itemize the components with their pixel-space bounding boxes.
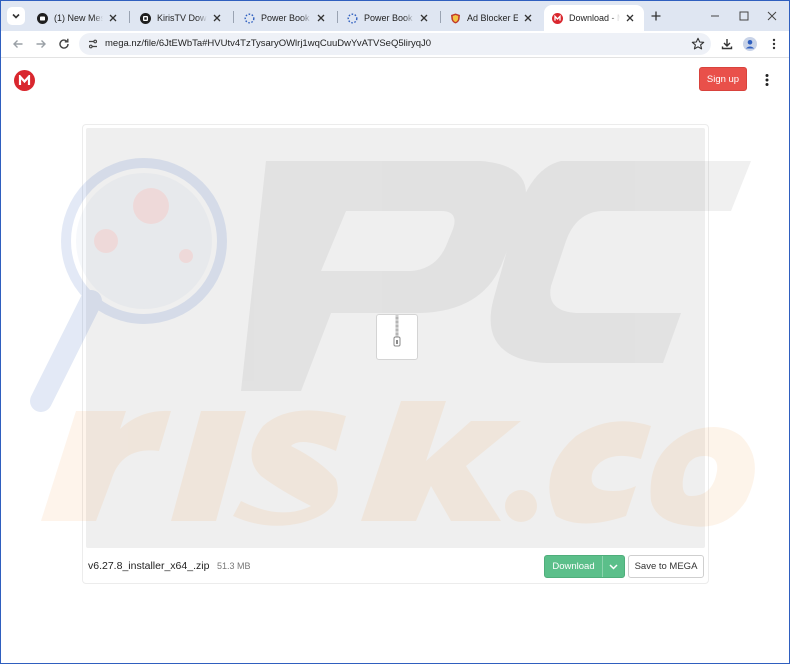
browser-window: (1) New Messag KirisTV Downloa Power Boo… [0,0,790,664]
back-arrow-icon [13,40,23,48]
address-bar[interactable]: mega.nz/file/6JtEWbTa#HVUtv4TzTysaryOWlr… [79,33,711,55]
chevron-down-icon [609,563,618,570]
file-info-bar: v6.27.8_installer_x64_.zip 51.3 MB Downl… [83,551,708,583]
site-info-icon[interactable] [87,38,99,50]
back-button[interactable] [9,35,27,53]
tab-separator [129,11,130,23]
loading-spinner-icon [244,12,255,24]
zip-file-icon [376,314,418,360]
close-tab-icon[interactable] [418,12,430,24]
tab-search-button[interactable] [7,7,25,25]
vertical-dots-icon [765,74,769,86]
minimize-icon [711,15,719,17]
tab-title: Ad Blocker Elite [467,13,518,23]
close-tab-icon[interactable] [315,12,327,24]
tab-ad-blocker[interactable]: Ad Blocker Elite [442,5,542,31]
tab-title: Power Book II G [364,13,414,23]
forward-button[interactable] [32,35,50,53]
tab-mega-download[interactable]: Download - ME [544,5,644,31]
close-tab-icon[interactable] [211,12,223,24]
file-name: v6.27.8_installer_x64_.zip [88,560,210,572]
reload-icon [59,38,69,49]
sign-up-button[interactable]: Sign up [699,67,747,91]
download-button-label: Download [552,561,595,572]
tab-title: (1) New Messag [54,13,103,23]
tab-strip: (1) New Messag KirisTV Downloa Power Boo… [1,1,789,31]
loading-spinner-icon [347,12,358,24]
minimize-button[interactable] [705,6,725,26]
media-icon [140,12,151,24]
page-content: Sign up v6.27.8_installer_x64_.zip 51.3 … [1,58,789,663]
mega-icon [552,12,563,24]
tab-power-book-2[interactable]: Power Book II G [339,5,438,31]
tab-new-message[interactable]: (1) New Messag [29,5,127,31]
save-to-mega-button[interactable]: Save to MEGA [628,555,704,578]
tab-separator [233,11,234,23]
profile-avatar-icon [743,37,757,51]
maximize-button[interactable] [734,6,754,26]
close-tab-icon[interactable] [522,12,534,24]
tab-separator [337,11,338,23]
tab-separator [440,11,441,23]
maximize-icon [739,11,749,21]
download-options-dropdown[interactable] [603,563,624,570]
browser-toolbar: mega.nz/file/6JtEWbTa#HVUtv4TzTysaryOWlr… [1,31,789,57]
tab-title: Power Book II G [261,13,311,23]
tab-power-book-1[interactable]: Power Book II G [236,5,335,31]
browser-menu-button[interactable] [765,35,783,53]
message-icon [37,12,48,24]
download-icon [721,39,733,50]
file-card: v6.27.8_installer_x64_.zip 51.3 MB Downl… [82,124,709,584]
file-size: 51.3 MB [217,561,251,571]
plus-icon [651,11,661,21]
close-tab-icon[interactable] [624,12,636,24]
close-window-button[interactable] [762,6,782,26]
reload-button[interactable] [55,35,73,53]
close-tab-icon[interactable] [107,12,119,24]
tab-title: Download - ME [569,13,620,23]
bookmark-star-icon[interactable] [691,37,705,51]
close-icon [767,11,777,21]
downloads-button[interactable] [718,35,736,53]
profile-button[interactable] [741,35,759,53]
chevron-down-icon [12,13,20,19]
mega-logo[interactable] [14,70,35,91]
new-tab-button[interactable] [648,8,664,24]
tab-kiristv[interactable]: KirisTV Downloa [132,5,231,31]
tab-title: KirisTV Downloa [157,13,207,23]
page-menu-button[interactable] [761,71,773,89]
mega-m-icon [18,75,31,85]
file-preview-area [86,128,705,548]
vertical-dots-icon [772,38,776,50]
shield-icon [450,13,461,24]
download-button[interactable]: Download [544,555,625,578]
forward-arrow-icon [36,40,46,48]
url-text: mega.nz/file/6JtEWbTa#HVUtv4TzTysaryOWlr… [105,38,432,49]
